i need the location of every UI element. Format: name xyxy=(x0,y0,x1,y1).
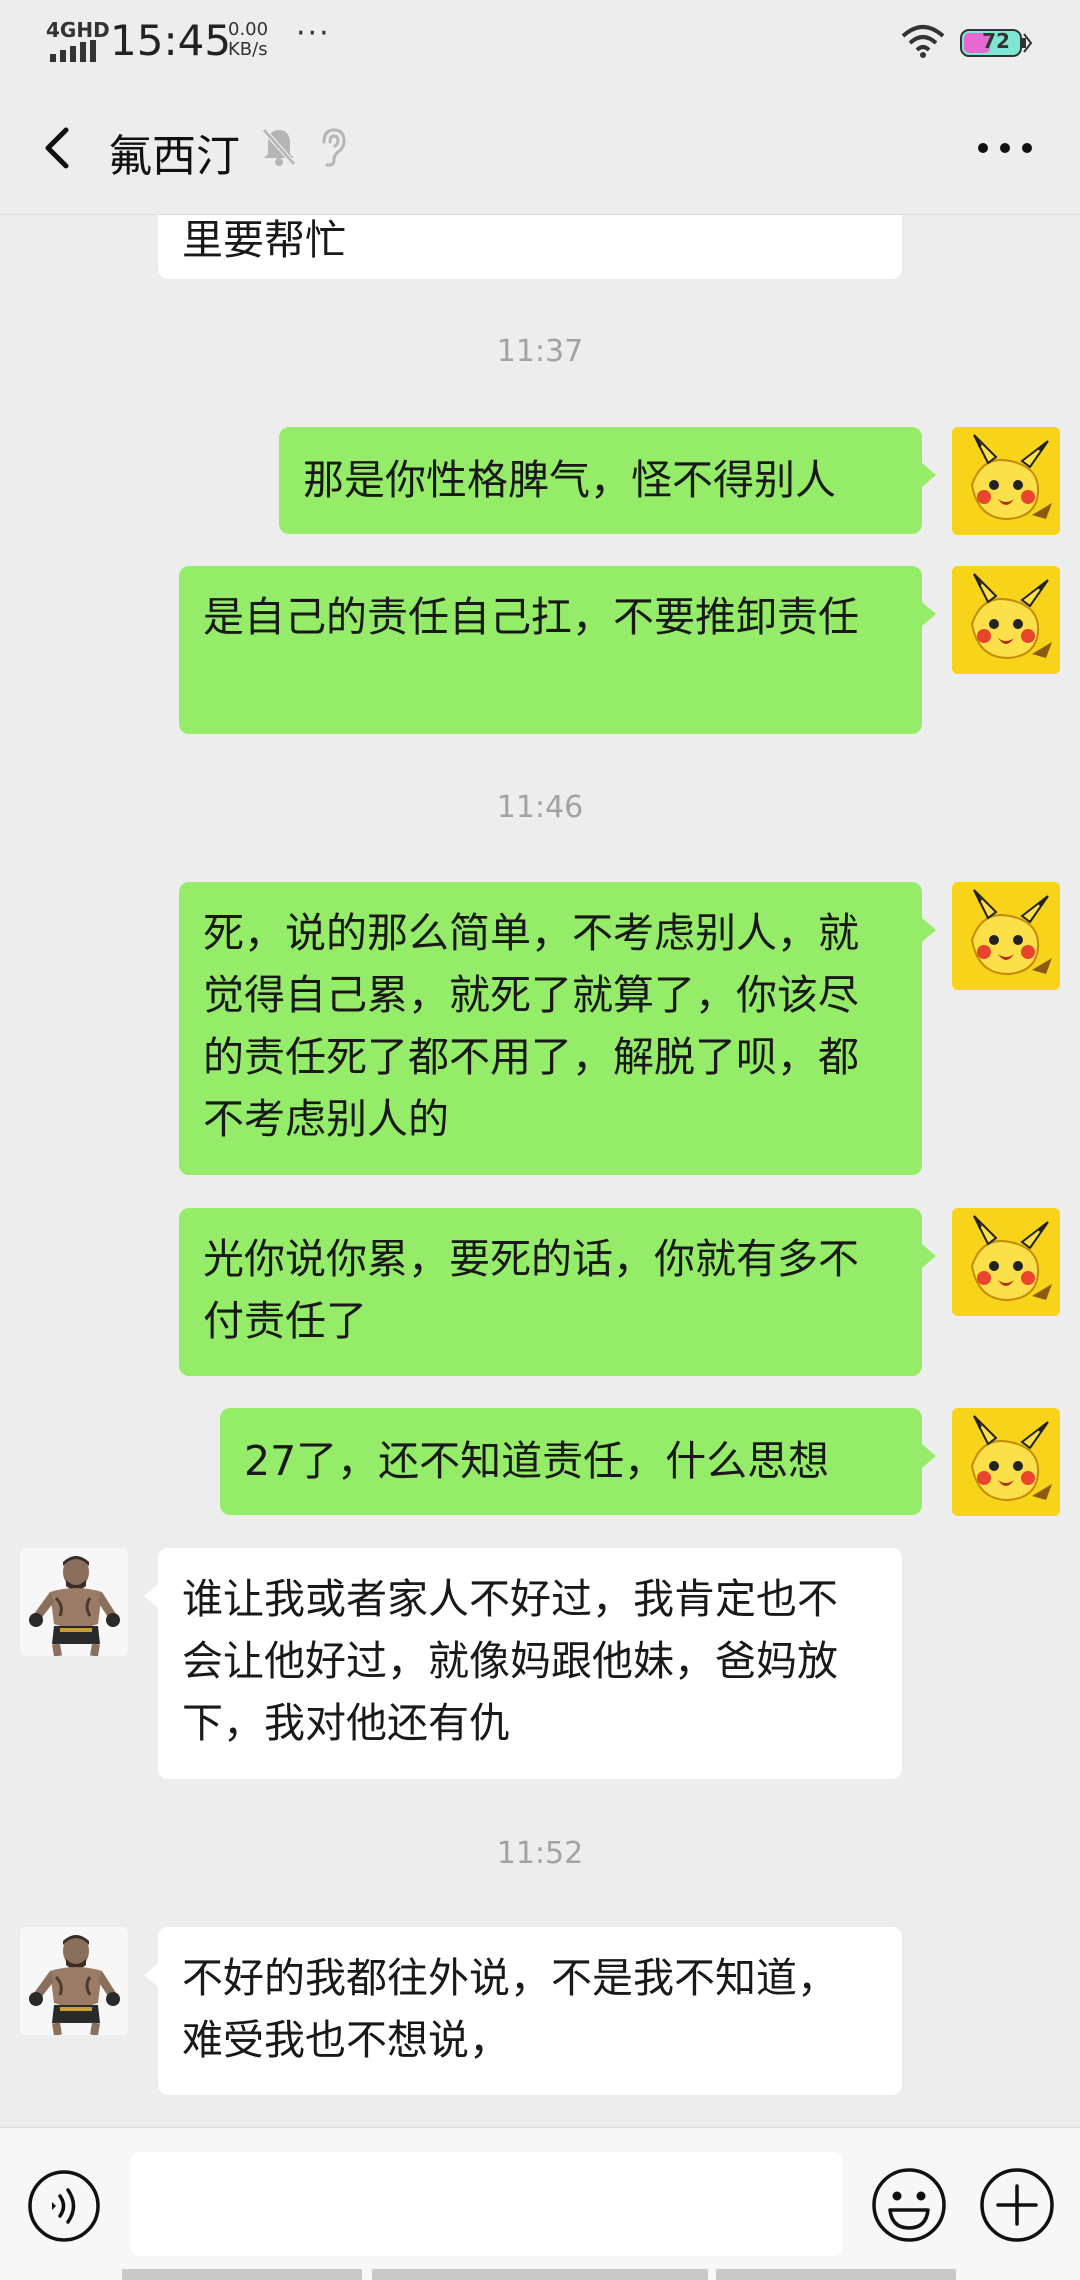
chat-header: 氟西汀 xyxy=(0,84,1080,215)
input-bar xyxy=(0,2127,1080,2280)
self-avatar[interactable] xyxy=(952,1208,1060,1316)
signal-strength-icon xyxy=(50,40,96,62)
gesture-hint-bar xyxy=(716,2269,956,2280)
more-dots-icon xyxy=(978,143,1032,153)
message-bubble-outgoing[interactable]: 是自己的责任自己扛，不要推卸责任 xyxy=(179,566,936,734)
network-speed-unit: KB/s xyxy=(228,39,268,60)
emoji-button[interactable] xyxy=(870,2166,948,2244)
message-text: 谁让我或者家人不好过，我肯定也不会让他好过，就像妈跟他妹，爸妈放下，我对他还有仇 xyxy=(182,1575,838,1747)
message-text: 是自己的责任自己扛，不要推卸责任 xyxy=(203,593,859,641)
message-bubble-outgoing[interactable]: 死，说的那么简单，不考虑别人，就觉得自己累，就死了就算了，你该尽的责任死了都不用… xyxy=(179,882,936,1175)
chat-title: 氟西汀 xyxy=(108,131,240,182)
status-time: 15:45 xyxy=(110,16,232,65)
timestamp: 11:52 xyxy=(496,1836,584,1871)
status-more-indicator: ··· xyxy=(296,16,331,51)
message-input[interactable] xyxy=(130,2152,842,2256)
timestamp: 11:37 xyxy=(496,334,584,369)
message-text: 27了，还不知道责任，什么思想 xyxy=(244,1437,830,1485)
contact-avatar[interactable] xyxy=(20,1927,128,2035)
voice-button[interactable] xyxy=(26,2168,102,2244)
more-options-button[interactable] xyxy=(970,120,1040,176)
chat-screen: 4GHD 15:45 0.00 KB/s ··· 72 氟西汀 里要帮忙 11:… xyxy=(0,0,1080,2280)
gesture-hint-bar xyxy=(372,2269,708,2280)
self-avatar[interactable] xyxy=(952,1408,1060,1516)
plus-button[interactable] xyxy=(978,2166,1056,2244)
message-text: 里要帮忙 xyxy=(182,216,346,264)
message-bubble-outgoing[interactable]: 光你说你累，要死的话，你就有多不付责任了 xyxy=(179,1208,936,1376)
message-text: 光你说你累，要死的话，你就有多不付责任了 xyxy=(203,1235,859,1345)
message-bubble-outgoing[interactable]: 那是你性格脾气，怪不得别人 xyxy=(279,427,936,534)
back-button[interactable] xyxy=(26,116,90,180)
message-bubble-incoming[interactable]: 里要帮忙 xyxy=(158,215,902,279)
contact-avatar[interactable] xyxy=(20,1548,128,1656)
network-type-label: 4GHD xyxy=(46,18,110,42)
gesture-hint-bar xyxy=(122,2269,362,2280)
message-text: 不好的我都往外说，不是我不知道，难受我也不想说， xyxy=(182,1954,838,2064)
message-list[interactable]: 里要帮忙 11:37 那是你性格脾气，怪不得别人 是自己的责任自己扛，不要推卸责… xyxy=(0,215,1080,2127)
ear-icon xyxy=(322,128,346,167)
self-avatar[interactable] xyxy=(952,882,1060,990)
message-bubble-incoming[interactable]: 不好的我都往外说，不是我不知道，难受我也不想说， xyxy=(144,1927,902,2095)
message-bubble-outgoing[interactable]: 27了，还不知道责任，什么思想 xyxy=(220,1408,936,1515)
wifi-icon xyxy=(901,25,945,58)
status-bar: 4GHD 15:45 0.00 KB/s ··· 72 xyxy=(0,0,1080,84)
message-bubble-incoming[interactable]: 谁让我或者家人不好过，我肯定也不会让他好过，就像妈跟他妹，爸妈放下，我对他还有仇 xyxy=(144,1548,902,1779)
battery-level: 72 xyxy=(982,29,1010,53)
network-speed: 0.00 KB/s xyxy=(228,20,268,60)
network-speed-value: 0.00 xyxy=(228,19,269,40)
self-avatar[interactable] xyxy=(952,566,1060,674)
message-text: 那是你性格脾气，怪不得别人 xyxy=(303,456,836,504)
timestamp: 11:46 xyxy=(496,790,584,825)
message-text: 死，说的那么简单，不考虑别人，就觉得自己累，就死了就算了，你该尽的责任死了都不用… xyxy=(203,909,859,1143)
bell-off-icon xyxy=(262,128,296,166)
self-avatar[interactable] xyxy=(952,427,1060,535)
